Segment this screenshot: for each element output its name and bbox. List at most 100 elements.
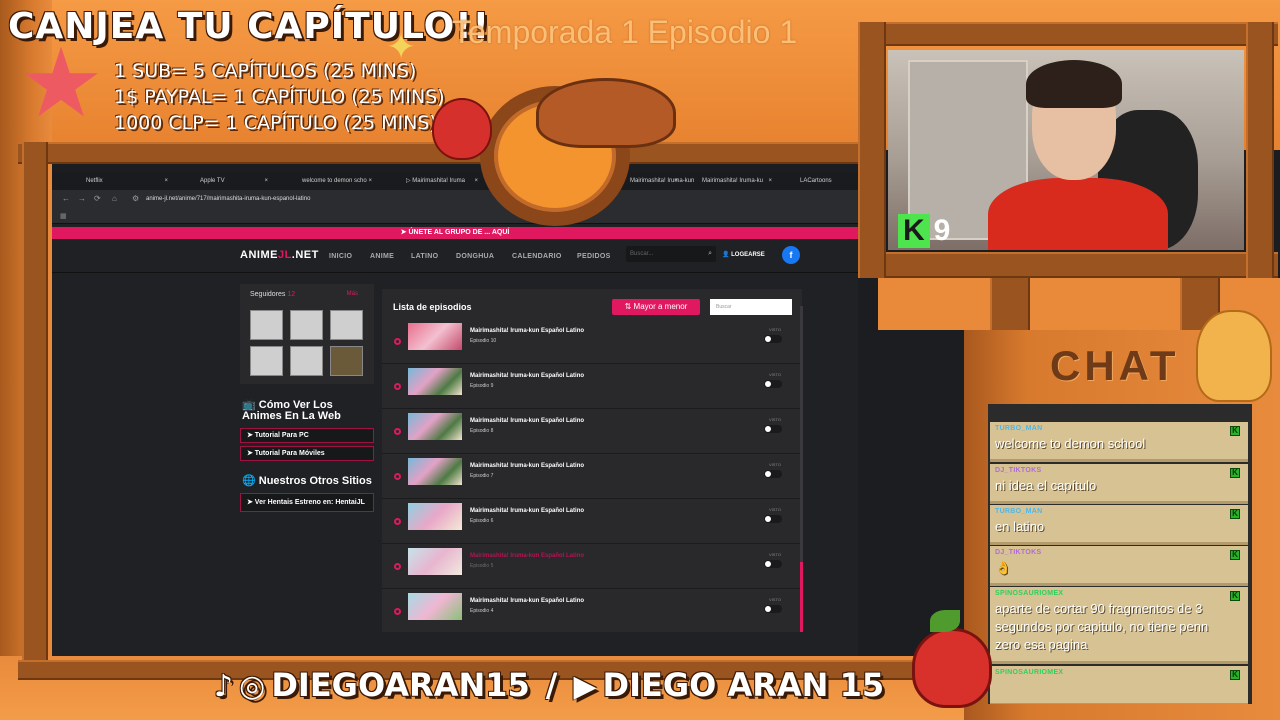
tutorial-pc-link[interactable]: ➤ Tutorial Para PC (240, 428, 374, 443)
price-line: 1 SUB= 5 CAPÍTULOS (25 MINS) (114, 60, 417, 82)
episode-row[interactable]: Mairimashita! Iruma-kun Español Latino E… (382, 544, 802, 589)
site-info-icon[interactable]: ⚙ (132, 194, 139, 203)
home-icon[interactable]: ⌂ (112, 194, 117, 203)
avatar[interactable] (250, 310, 283, 340)
avatar[interactable] (290, 310, 323, 340)
avatar[interactable] (330, 310, 363, 340)
nav-latino[interactable]: LATINO (411, 253, 438, 260)
site-search-input[interactable]: Buscar... ⌕ (626, 246, 716, 262)
episode-row[interactable]: Mairimashita! Iruma-kun Español Latino E… (382, 499, 802, 544)
episode-list-scrollbar[interactable] (800, 306, 803, 632)
tab-iruma-3[interactable]: Mairimashita! Iruma-ku × (678, 174, 776, 189)
facebook-icon[interactable]: f (782, 246, 800, 264)
episode-name[interactable]: Mairimashita! Iruma-kun Español Latino (470, 463, 584, 469)
watched-toggle[interactable] (764, 335, 782, 343)
episode-thumbnail[interactable] (408, 368, 462, 395)
hentaijl-link[interactable]: ➤ Ver Hentais Estreno en: HentaiJL (240, 493, 374, 512)
reload-icon[interactable]: ⟳ (94, 194, 101, 203)
season-episode-label: Temporada 1 Episodio 1 (452, 14, 798, 50)
nav-pedidos[interactable]: PEDIDOS (577, 253, 611, 260)
wood-plank (22, 142, 48, 662)
chat-username: DJ_TIKTOKS (995, 467, 1042, 474)
other-sites-title: 🌐 Nuestros Otros Sitios (242, 475, 372, 487)
episode-row[interactable]: Mairimashita! Iruma-kun Español Latino E… (382, 589, 802, 632)
nav-inicio[interactable]: INICIO (329, 253, 352, 260)
watched-toggle[interactable] (764, 560, 782, 568)
group-banner[interactable]: ➤ ÚNETE AL GRUPO DE ... AQUÍ (52, 227, 858, 239)
apps-icon[interactable]: ▦ (60, 212, 67, 220)
address-bar-row: ← → ⟳ ⌂ ⚙ anime-jl.net/anime/717/mairima… (52, 190, 858, 210)
close-icon[interactable]: × (368, 174, 372, 189)
url-field[interactable]: anime-jl.net/anime/717/mairimashita-irum… (146, 196, 310, 202)
watched-toggle[interactable] (764, 605, 782, 613)
episode-name[interactable]: Mairimashita! Iruma-kun Español Latino (470, 418, 584, 424)
episode-name[interactable]: Mairimashita! Iruma-kun Español Latino (470, 598, 584, 604)
tab-lacartoons[interactable]: LACartoons (776, 174, 856, 189)
price-list: 1 SUB= 5 CAPÍTULOS (25 MINS) 1$ PAYPAL= … (114, 58, 445, 136)
tab-apple-tv[interactable]: Apple TV × (176, 174, 272, 189)
episode-row[interactable]: Mairimashita! Iruma-kun Español Latino E… (382, 319, 802, 364)
pony-mascot-icon (1196, 310, 1272, 402)
nav-calendario[interactable]: CALENDARIO (512, 253, 562, 260)
episode-thumbnail[interactable] (408, 593, 462, 620)
episode-name[interactable]: Mairimashita! Iruma-kun Español Latino (470, 508, 584, 514)
divider-slash: / (545, 666, 558, 704)
forward-icon[interactable]: → (78, 194, 86, 203)
watched-toggle[interactable] (764, 515, 782, 523)
visto-label: VISTO (769, 417, 781, 422)
wood-plank (858, 252, 1278, 278)
close-icon[interactable]: × (164, 174, 168, 189)
search-icon[interactable]: ⌕ (708, 246, 712, 262)
sort-order-button[interactable]: ⇅ Mayor a menor (612, 299, 700, 315)
close-icon[interactable]: × (264, 174, 268, 189)
episode-name[interactable]: Mairimashita! Iruma-kun Español Latino (470, 553, 584, 559)
leaf-icon (930, 610, 960, 632)
followers-more-link[interactable]: Más (347, 291, 358, 297)
episode-number: Episodio 8 (470, 428, 494, 434)
visto-label: VISTO (769, 597, 781, 602)
scrollbar-thumb[interactable] (800, 562, 803, 632)
instagram-icon: ◎ (239, 669, 266, 704)
close-icon[interactable]: × (768, 174, 772, 189)
tutorial-mobile-link[interactable]: ➤ Tutorial Para Móviles (240, 446, 374, 461)
episode-thumbnail[interactable] (408, 413, 462, 440)
episode-search-input[interactable]: Buscar (710, 299, 792, 315)
episode-thumbnail[interactable] (408, 458, 462, 485)
watched-toggle[interactable] (764, 380, 782, 388)
episode-thumbnail[interactable] (408, 503, 462, 530)
episode-marker-icon (394, 383, 401, 390)
avatar[interactable] (330, 346, 363, 376)
wood-plank (858, 22, 886, 278)
episode-row[interactable]: Mairimashita! Iruma-kun Español Latino E… (382, 409, 802, 454)
site-logo[interactable]: ANIMEJL.NET (240, 249, 319, 261)
tab-welcome[interactable]: welcome to demon scho × (278, 174, 376, 189)
tab-netflix[interactable]: Netflix × (62, 174, 172, 189)
tab-label: Mairimashita! Iruma-ku (702, 178, 764, 184)
episode-thumbnail[interactable] (408, 323, 462, 350)
episode-name[interactable]: Mairimashita! Iruma-kun Español Latino (470, 373, 584, 379)
youtube-handle: DIEGO ARAN 15 (602, 666, 885, 704)
episode-row[interactable]: Mairimashita! Iruma-kun Español Latino E… (382, 364, 802, 409)
chat-text: ni idea el capítulo (995, 478, 1097, 493)
avatar[interactable] (250, 346, 283, 376)
avatar[interactable] (290, 346, 323, 376)
howto-section: 📺 Cómo Ver Los Animes En La Web ➤ Tutori… (240, 400, 374, 461)
kick-badge-count: 9 (933, 214, 951, 247)
user-icon: 👤 (722, 252, 732, 258)
episode-list-title: Lista de episodios (393, 302, 472, 312)
episode-thumbnail[interactable] (408, 548, 462, 575)
back-icon[interactable]: ← (62, 194, 70, 203)
browser-window: Netflix × Apple TV × welcome to demon scho… (52, 172, 858, 656)
chat-text: welcome to demon school (995, 436, 1146, 451)
nav-donghua[interactable]: DONGHUA (456, 253, 494, 260)
episode-name[interactable]: Mairimashita! Iruma-kun Español Latino (470, 328, 584, 334)
nav-anime[interactable]: ANIME (370, 253, 394, 260)
tab-bar: Netflix × Apple TV × welcome to demon scho… (52, 172, 858, 190)
episode-row[interactable]: Mairimashita! Iruma-kun Español Latino E… (382, 454, 802, 499)
chat-username: SPINOSAURIOMEX (995, 669, 1064, 676)
chat-messages: TURBO_MAN K welcome to demon school DJ_T… (988, 404, 1252, 704)
login-button[interactable]: 👤 LOGEARSE (722, 248, 765, 262)
tiktok-instagram-handle: DIEGOARAN15 (271, 666, 530, 704)
watched-toggle[interactable] (764, 425, 782, 433)
watched-toggle[interactable] (764, 470, 782, 478)
